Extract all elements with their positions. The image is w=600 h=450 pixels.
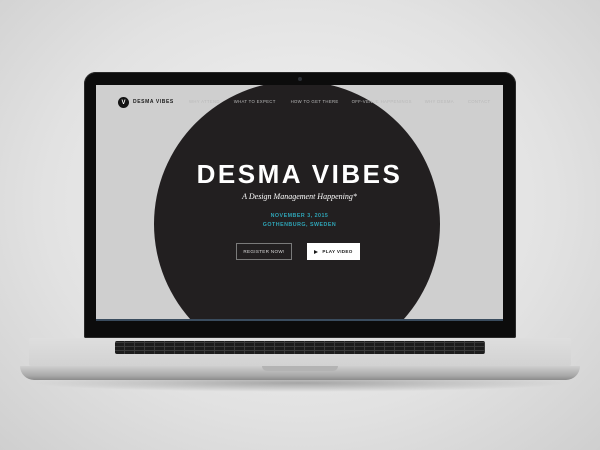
laptop-opening-notch xyxy=(262,366,338,371)
nav-item-off-venue-happenings[interactable]: OFF-VENUE HAPPENINGS xyxy=(352,99,412,104)
nav-item-why-desma[interactable]: WHY DESMA xyxy=(425,99,454,104)
nav-item-contact[interactable]: CONTACT xyxy=(468,99,491,104)
nav-links: WHY ATTEND WHAT TO EXPECT HOW TO GET THE… xyxy=(189,99,490,104)
hero-tagline: A Design Management Happening* xyxy=(242,192,357,201)
logo-text[interactable]: DESMA VIBES xyxy=(133,99,174,105)
laptop-screen: V DESMA VIBES WHY ATTEND WHAT TO EXPECT … xyxy=(96,85,503,321)
webcam-icon xyxy=(298,77,302,81)
hero-title: DESMA VIBES xyxy=(196,159,403,189)
event-date: NOVEMBER 3, 2015 xyxy=(270,213,329,219)
play-video-label: PLAY VIDEO xyxy=(322,249,353,254)
logo-icon[interactable]: V xyxy=(118,97,129,108)
nav-item-why-attend[interactable]: WHY ATTEND xyxy=(189,99,220,104)
register-button[interactable]: REGISTER NOW! xyxy=(236,243,292,260)
top-nav: V DESMA VIBES WHY ATTEND WHAT TO EXPECT … xyxy=(96,85,503,121)
play-video-button[interactable]: PLAY VIDEO xyxy=(307,243,360,260)
play-icon xyxy=(314,249,319,254)
keyboard xyxy=(115,341,485,354)
register-button-label: REGISTER NOW! xyxy=(243,249,285,254)
nav-item-what-to-expect[interactable]: WHAT TO EXPECT xyxy=(234,99,276,104)
nav-item-how-to-get-there[interactable]: HOW TO GET THERE xyxy=(291,99,339,104)
event-location: GOTHENBURG, SWEDEN xyxy=(262,222,337,228)
screen-bottom-bar xyxy=(96,319,503,321)
